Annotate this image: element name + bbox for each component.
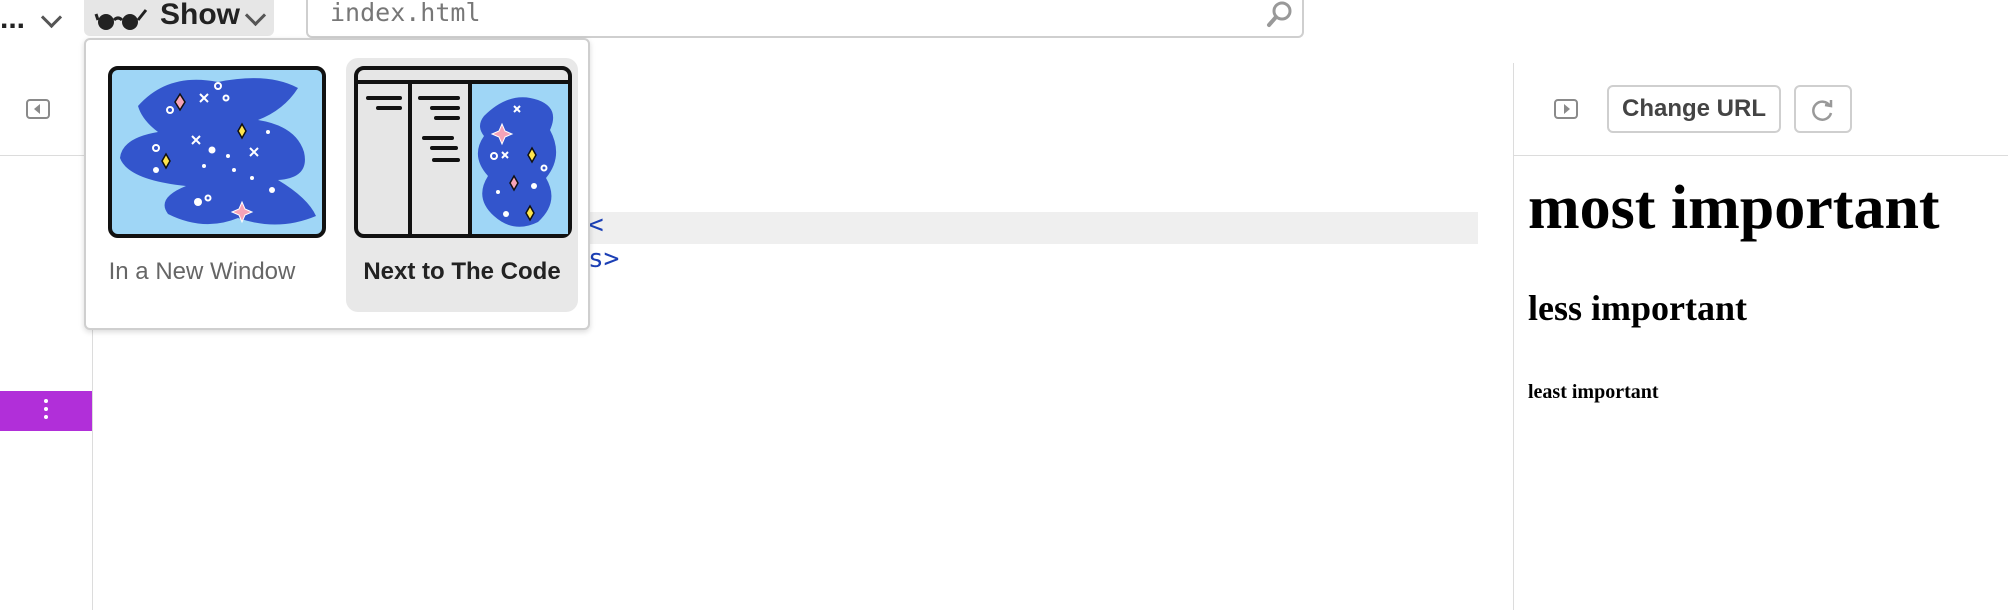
chevron-down-icon <box>244 4 267 27</box>
show-options-popover: In a New Window Next to The Code <box>84 38 590 330</box>
option-next-to-code[interactable]: Next to The Code <box>346 58 578 312</box>
change-url-label: Change URL <box>1622 95 1766 122</box>
new-window-illustration <box>108 66 326 238</box>
refresh-button[interactable] <box>1794 85 1852 133</box>
refresh-icon <box>1812 100 1833 121</box>
url-field-text: index.html <box>330 0 481 27</box>
search-icon[interactable] <box>1266 0 1294 28</box>
preview-pane: Change URL most important less important… <box>1513 63 2008 610</box>
sidebar-divider <box>0 155 92 156</box>
change-url-button[interactable]: Change URL <box>1607 85 1781 133</box>
arrow-right-icon <box>1564 104 1570 114</box>
show-label: Show <box>160 0 240 31</box>
file-sidebar-collapsed <box>0 63 93 610</box>
option-new-window[interactable]: In a New Window <box>86 40 326 294</box>
glasses-icon <box>94 9 148 30</box>
code-fragment: < <box>588 210 604 240</box>
preview-heading-3: least important <box>1528 381 1659 403</box>
next-to-code-illustration <box>354 66 572 238</box>
option-new-window-label: In a New Window <box>108 258 296 285</box>
collapse-sidebar-button[interactable] <box>26 99 50 119</box>
active-file-indicator[interactable] <box>0 391 92 431</box>
preview-heading-1: most important <box>1528 174 1940 242</box>
show-button[interactable]: Show <box>84 0 274 36</box>
url-field[interactable]: index.html <box>306 0 1304 38</box>
expand-preview-button[interactable] <box>1554 99 1578 119</box>
project-name-truncated[interactable]: ... <box>0 2 25 36</box>
option-next-to-code-label: Next to The Code <box>363 258 561 285</box>
project-name-text: ... <box>0 2 26 35</box>
code-fragment: s> <box>588 244 620 274</box>
preview-toolbar-divider <box>1514 155 2008 156</box>
preview-heading-2: less important <box>1528 288 1747 328</box>
arrow-left-icon <box>34 104 40 114</box>
chevron-down-icon[interactable] <box>40 6 63 29</box>
more-options-icon[interactable] <box>44 399 48 423</box>
